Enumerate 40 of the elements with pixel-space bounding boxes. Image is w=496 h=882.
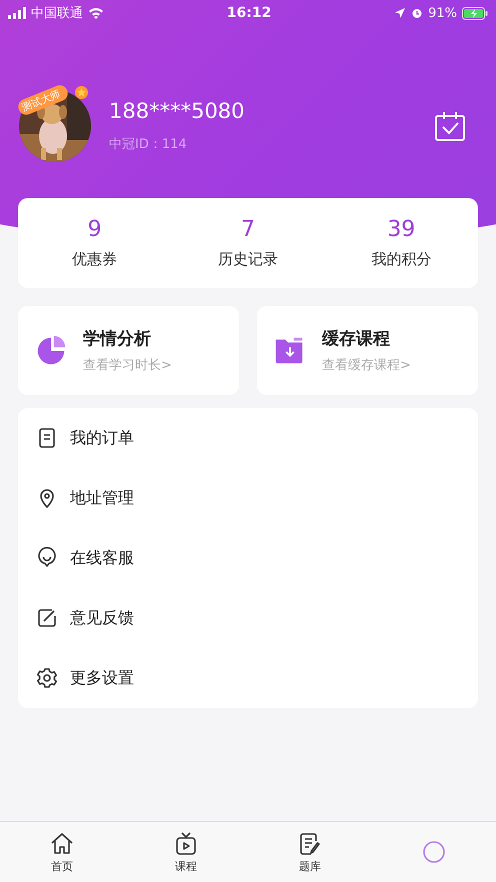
shortcut-link: 查看学习时长> — [83, 357, 172, 374]
stat-value[interactable]: 39 — [387, 217, 416, 242]
notepad-pen-icon — [297, 830, 323, 856]
edit-icon — [36, 607, 58, 629]
tab-item[interactable]: 题库 — [248, 822, 372, 882]
tab-item[interactable]: 课程 — [124, 822, 248, 882]
star-icon — [75, 86, 88, 99]
menu-item[interactable]: 我的订单 — [18, 408, 478, 468]
stat-value[interactable]: 7 — [240, 217, 255, 242]
alarm-clock-icon — [411, 7, 424, 19]
shortcut-card[interactable]: 缓存课程 查看缓存课程> — [257, 306, 478, 395]
carrier-name: 中国联通 — [31, 5, 83, 22]
calendar-check-icon[interactable] — [434, 110, 466, 142]
shortcut-title: 学情分析 — [83, 328, 152, 350]
wifi-icon — [88, 7, 104, 19]
chat-bubble-icon — [36, 547, 58, 569]
signal-icon — [8, 7, 26, 19]
clock-time: 16:12 — [226, 5, 272, 21]
shortcut-link: 查看缓存课程> — [322, 357, 411, 374]
profile-circle-icon — [421, 839, 447, 865]
battery-charging-icon — [462, 6, 488, 20]
stat-label[interactable]: 优惠券 — [72, 250, 118, 269]
home-icon — [49, 830, 75, 856]
phone-number: 188****5080 — [109, 99, 246, 123]
menu-item[interactable]: 意见反馈 — [18, 588, 478, 648]
stat-label[interactable]: 我的积分 — [371, 250, 432, 269]
shortcut-title: 缓存课程 — [322, 328, 391, 350]
user-id: 中冠ID：114 — [109, 136, 188, 153]
battery-percent: 91% — [428, 6, 457, 20]
document-icon — [36, 427, 58, 449]
gear-icon — [36, 667, 58, 689]
tv-play-icon — [173, 830, 199, 856]
stat-label[interactable]: 历史记录 — [218, 250, 278, 269]
shortcut-card[interactable]: 学情分析 查看学习时长> — [18, 306, 239, 395]
location-arrow-icon — [394, 7, 406, 19]
menu-item[interactable]: 地址管理 — [18, 468, 478, 528]
stat-value[interactable]: 9 — [88, 217, 102, 242]
menu-item[interactable]: 在线客服 — [18, 528, 478, 588]
tab-item[interactable]: 首页 — [0, 822, 124, 882]
menu-item[interactable]: 更多设置 — [18, 648, 478, 708]
